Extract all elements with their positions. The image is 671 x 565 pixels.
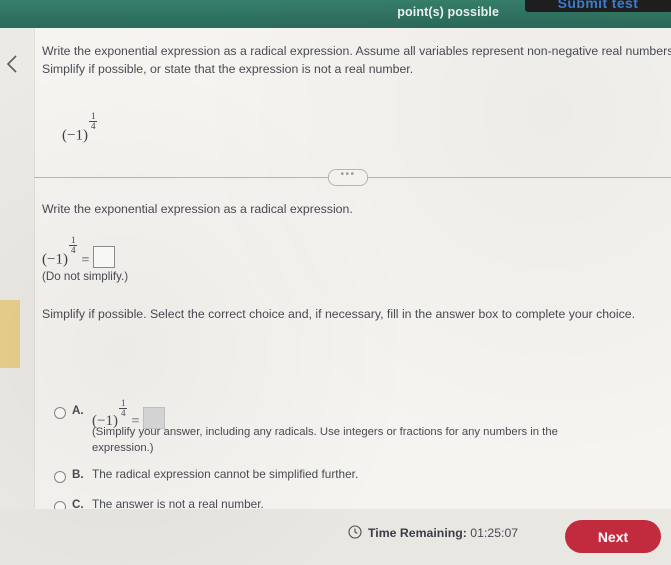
question-prompt: Write the exponential expression as a ra… <box>42 44 671 76</box>
chevron-left-icon[interactable] <box>4 52 20 76</box>
time-remaining: Time Remaining: 01:25:07 <box>368 526 518 540</box>
step1-expression-base: (−1) <box>42 251 68 268</box>
step1-expression-row: (−1) 1 4 = <box>42 235 116 269</box>
exponent-numerator: 1 <box>90 111 96 121</box>
bottom-toolbar: Time Remaining: 01:25:07 Next <box>0 509 671 565</box>
step1-equals-sign: = <box>81 252 90 268</box>
time-remaining-label: Time Remaining: <box>368 526 467 540</box>
submit-test-button[interactable]: Submit test <box>525 0 671 12</box>
clock-icon <box>348 525 362 539</box>
next-button[interactable]: Next <box>565 520 661 553</box>
choice-a-letter: A. <box>72 404 84 417</box>
step1-expression-exponent: 14 <box>68 235 78 256</box>
points-possible-label: point(s) possible <box>397 5 499 19</box>
step1-instruction: Write the exponential expression as a ra… <box>42 202 353 216</box>
time-remaining-value: 01:25:07 <box>470 526 519 540</box>
exponent-denominator: 4 <box>88 121 98 132</box>
choice-a-exponent-numerator: 1 <box>120 398 126 408</box>
choice-b[interactable]: B. The radical expression cannot be simp… <box>54 467 654 486</box>
choice-b-label: The radical expression cannot be simplif… <box>92 467 359 481</box>
section-divider: ••• <box>34 169 671 186</box>
choice-b-letter: B. <box>72 468 84 481</box>
step1-exponent-numerator: 1 <box>70 235 76 245</box>
left-gutter <box>0 28 35 509</box>
choice-a[interactable]: A. (−1) 1 4 = (Simplify your answer, includ… <box>54 380 654 454</box>
choice-a-row[interactable]: A. (−1) 1 4 = <box>54 398 654 430</box>
expression-exponent: 14 <box>88 111 98 132</box>
choice-b-radio[interactable] <box>54 471 66 483</box>
divider-ellipsis-button[interactable]: ••• <box>328 169 368 186</box>
step1-note: (Do not simplify.) <box>42 270 129 283</box>
top-header-bar: point(s) possible Submit test <box>0 0 671 28</box>
highlight-marker <box>0 300 20 368</box>
choice-a-exponent-denominator: 4 <box>118 408 128 419</box>
question-expression: (−1) 1 4 <box>62 111 98 145</box>
expression-base: (−1) <box>62 127 88 144</box>
step1-answer-input[interactable] <box>93 245 116 268</box>
choice-a-radio[interactable] <box>54 407 66 419</box>
step1-exponent-denominator: 4 <box>68 245 78 256</box>
step2-instruction: Simplify if possible. Select the correct… <box>42 307 636 321</box>
choice-a-note: (Simplify your answer, including any rad… <box>92 426 558 454</box>
choice-a-exponent: 14 <box>118 398 128 419</box>
